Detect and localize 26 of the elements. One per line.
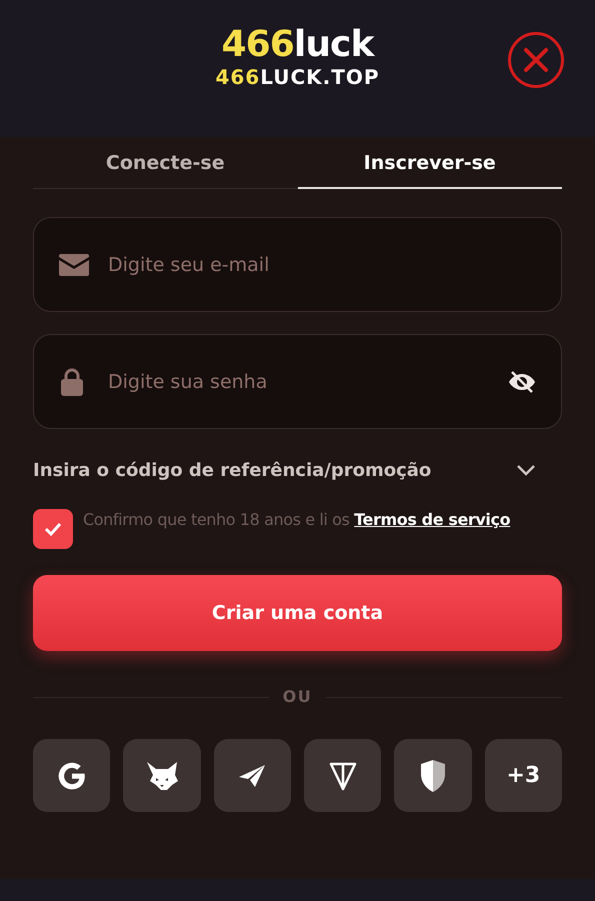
social-login-button[interactable]	[394, 739, 472, 812]
social-login-button[interactable]	[214, 739, 291, 812]
password-field[interactable]: Digite sua senha	[33, 334, 562, 429]
checkmark-icon	[44, 522, 62, 536]
eye-slash-icon[interactable]	[508, 370, 536, 392]
referral-code-toggle[interactable]: Insira o código de referência/promoção	[33, 455, 562, 485]
close-button[interactable]	[508, 32, 564, 88]
social-login-button[interactable]	[123, 739, 201, 812]
terms-link[interactable]: Termos de serviço	[354, 510, 510, 529]
envelope-icon	[59, 254, 89, 276]
fox-icon	[144, 760, 179, 792]
paper-plane-icon	[237, 762, 268, 788]
social-login-button[interactable]	[304, 739, 382, 812]
close-icon	[523, 47, 549, 73]
terms-text: Confirmo que tenho 18 anos e li os Termos de serviço	[83, 509, 512, 531]
tab[interactable]: Conecte-se	[33, 139, 298, 189]
terms-checkbox[interactable]	[33, 509, 73, 549]
social-login-button[interactable]	[33, 739, 110, 812]
or-divider-label: OU	[282, 686, 312, 708]
create-account-button[interactable]: Criar uma conta	[33, 575, 562, 651]
shield-icon	[418, 758, 447, 794]
email-field[interactable]: Digite seu e-mail	[33, 217, 562, 312]
lock-icon	[59, 366, 85, 396]
logo-wordmark: 466luck 466LUCK.TOP	[215, 26, 380, 86]
more-logins-button[interactable]: +3	[484, 739, 562, 812]
tab[interactable]: Inscrever-se	[298, 139, 562, 189]
